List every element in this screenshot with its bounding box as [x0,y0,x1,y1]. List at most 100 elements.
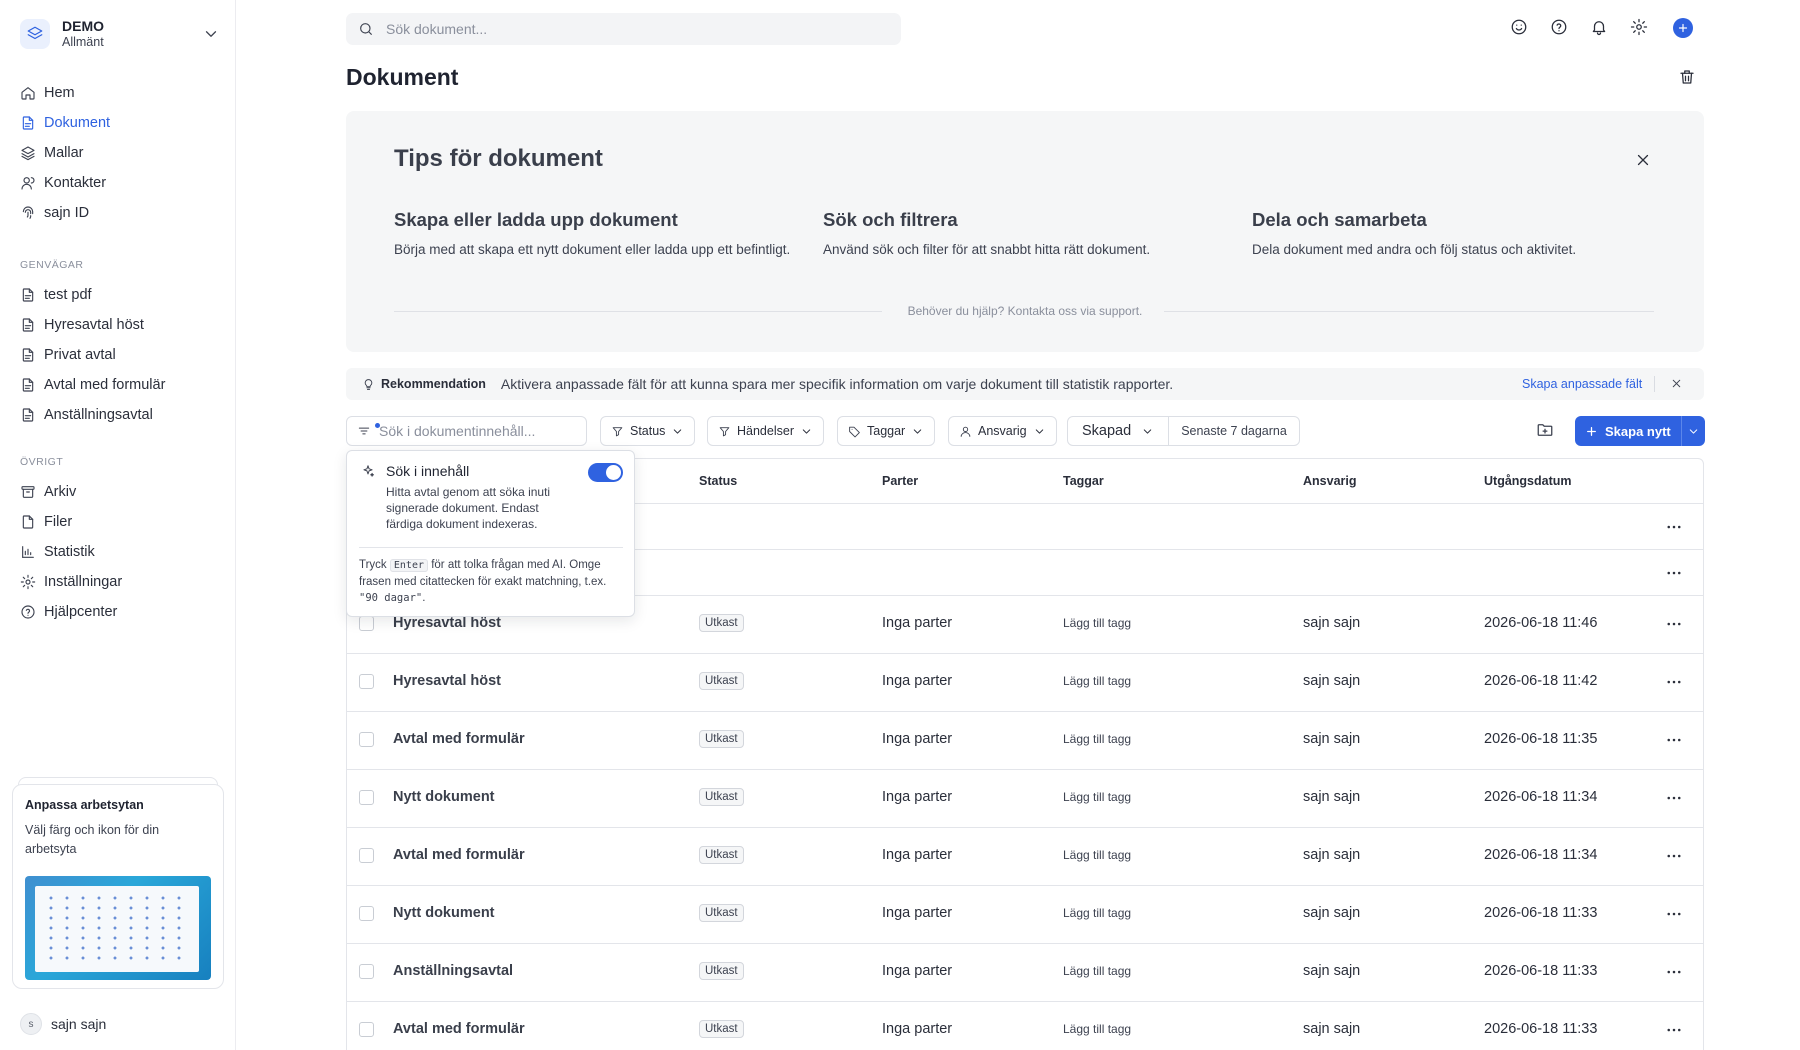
table-row[interactable]: Hyresavtal höst Utkast Inga parter Lägg til… [347,654,1703,711]
document-name[interactable]: Anställningsavtal [393,963,513,979]
shortcut-item[interactable]: Anställningsavtal [20,400,220,430]
nav-item-templates[interactable]: Mallar [20,138,220,168]
more-options-icon[interactable] [1665,615,1683,633]
close-icon[interactable] [1634,151,1652,169]
nav-item-contacts[interactable]: Kontakter [20,168,220,198]
document-name[interactable]: Nytt dokument [393,789,495,805]
column-header-tags[interactable]: Taggar [1063,459,1104,503]
status-filter[interactable]: Status [600,416,696,446]
nav-item-statistics[interactable]: Statistik [20,537,220,567]
plus-icon[interactable] [1673,18,1693,38]
support-text[interactable]: Behöver du hjälp? Kontakta oss via suppo… [346,304,1704,318]
popover-description: Hitta avtal genom att söka inuti signera… [386,485,551,531]
customize-workspace-card[interactable]: Anpassa arbetsytan Välj färg och ikon fö… [12,784,224,989]
create-custom-fields-link[interactable]: Skapa anpassade fält [1522,377,1642,391]
nav-item-archive[interactable]: Arkiv [20,477,220,507]
add-tag-button[interactable]: Lägg till tagg [1063,674,1131,688]
column-header-status[interactable]: Status [699,459,737,503]
nav-label: Hjälpcenter [44,604,118,620]
status-badge: Utkast [699,614,744,632]
content-search-input[interactable] [379,423,579,439]
row-checkbox[interactable] [359,848,374,863]
row-checkbox[interactable] [359,790,374,805]
shortcut-item[interactable]: Privat avtal [20,340,220,370]
row-checkbox[interactable] [359,964,374,979]
shortcut-item[interactable]: Hyresavtal höst [20,310,220,340]
shortcut-item[interactable]: Avtal med formulär [20,370,220,400]
more-options-icon[interactable] [1665,564,1683,582]
add-tag-button[interactable]: Lägg till tagg [1063,1022,1131,1036]
nav-item-home[interactable]: Hem [20,78,220,108]
document-name[interactable]: Hyresavtal höst [393,673,501,689]
help-icon[interactable] [1550,18,1568,36]
more-options-icon[interactable] [1665,731,1683,749]
document-name[interactable]: Avtal med formulär [393,1021,525,1037]
nav-item-settings[interactable]: Inställningar [20,567,220,597]
column-header-parties[interactable]: Parter [882,459,918,503]
add-tag-button[interactable]: Lägg till tagg [1063,790,1131,804]
chevron-down-icon[interactable] [202,25,220,43]
tip-heading: Sök och filtrera [823,209,958,230]
owner-filter[interactable]: Ansvarig [948,416,1057,446]
more-options-icon[interactable] [1665,847,1683,865]
global-search[interactable] [346,13,901,45]
events-filter[interactable]: Händelser [707,416,824,446]
more-options-icon[interactable] [1665,963,1683,981]
parties-cell: Inga parter [882,731,953,747]
add-tag-button[interactable]: Lägg till tagg [1063,964,1131,978]
workspace-logo-icon [20,19,50,49]
user-menu[interactable]: s sajn sajn [20,1013,106,1035]
more-options-icon[interactable] [1665,518,1683,536]
document-name[interactable]: Hyresavtal höst [393,615,501,631]
content-search-field[interactable] [346,416,587,446]
create-new-button[interactable]: Skapa nytt [1575,416,1681,446]
add-tag-button[interactable]: Lägg till tagg [1063,906,1131,920]
close-icon[interactable] [1670,377,1683,390]
table-row[interactable]: Nytt dokument Utkast Inga parter Lägg till … [347,886,1703,943]
more-options-icon[interactable] [1665,673,1683,691]
row-checkbox[interactable] [359,732,374,747]
content-search-toggle[interactable] [588,463,623,482]
folder-plus-icon[interactable] [1536,421,1554,439]
add-tag-button[interactable]: Lägg till tagg [1063,616,1131,630]
column-header-expiry[interactable]: Utgångsdatum [1484,459,1572,503]
shortcut-item[interactable]: test pdf [20,280,220,310]
date-range-select[interactable]: Senaste 7 dagarna [1169,417,1299,445]
nav-item-files[interactable]: Filer [20,507,220,537]
document-name[interactable]: Avtal med formulär [393,847,525,863]
row-checkbox[interactable] [359,616,374,631]
tags-filter[interactable]: Taggar [837,416,936,446]
nav-label: Hem [44,85,75,101]
parties-cell: Inga parter [882,963,953,979]
row-checkbox[interactable] [359,906,374,921]
more-options-icon[interactable] [1665,789,1683,807]
nav-item-sajn-id[interactable]: sajn ID [20,198,220,228]
search-input[interactable] [386,21,866,37]
document-name[interactable]: Avtal med formulär [393,731,525,747]
date-field-select[interactable]: Skapad [1068,417,1170,445]
bell-icon[interactable] [1590,18,1608,36]
table-row[interactable]: Avtal med formulär Utkast Inga parter Lägg … [347,712,1703,769]
column-header-owner[interactable]: Ansvarig [1303,459,1357,503]
workspace-switcher[interactable]: DEMO Allmänt [20,16,220,52]
trash-icon[interactable] [1678,68,1696,86]
add-tag-button[interactable]: Lägg till tagg [1063,732,1131,746]
table-row[interactable]: Anställningsavtal Utkast Inga parter Lägg t… [347,944,1703,1001]
expiry-date-cell: 2026-06-18 11:35 [1484,731,1598,747]
nav-item-help-center[interactable]: Hjälpcenter [20,597,220,627]
more-options-icon[interactable] [1665,905,1683,923]
table-row[interactable]: Avtal med formulär Utkast Inga parter Lägg … [347,1002,1703,1050]
row-checkbox[interactable] [359,1022,374,1037]
nav-item-documents[interactable]: Dokument [20,108,220,138]
shortcut-label: Privat avtal [44,347,116,363]
row-checkbox[interactable] [359,674,374,689]
create-options-button[interactable] [1680,416,1705,446]
add-tag-button[interactable]: Lägg till tagg [1063,848,1131,862]
smiley-icon[interactable] [1510,18,1528,36]
document-name[interactable]: Nytt dokument [393,905,495,921]
gear-icon[interactable] [1630,18,1648,36]
table-row[interactable]: Nytt dokument Utkast Inga parter Lägg till … [347,770,1703,827]
filter-label: Status [630,424,666,438]
more-options-icon[interactable] [1665,1021,1683,1039]
table-row[interactable]: Avtal med formulär Utkast Inga parter Lägg … [347,828,1703,885]
